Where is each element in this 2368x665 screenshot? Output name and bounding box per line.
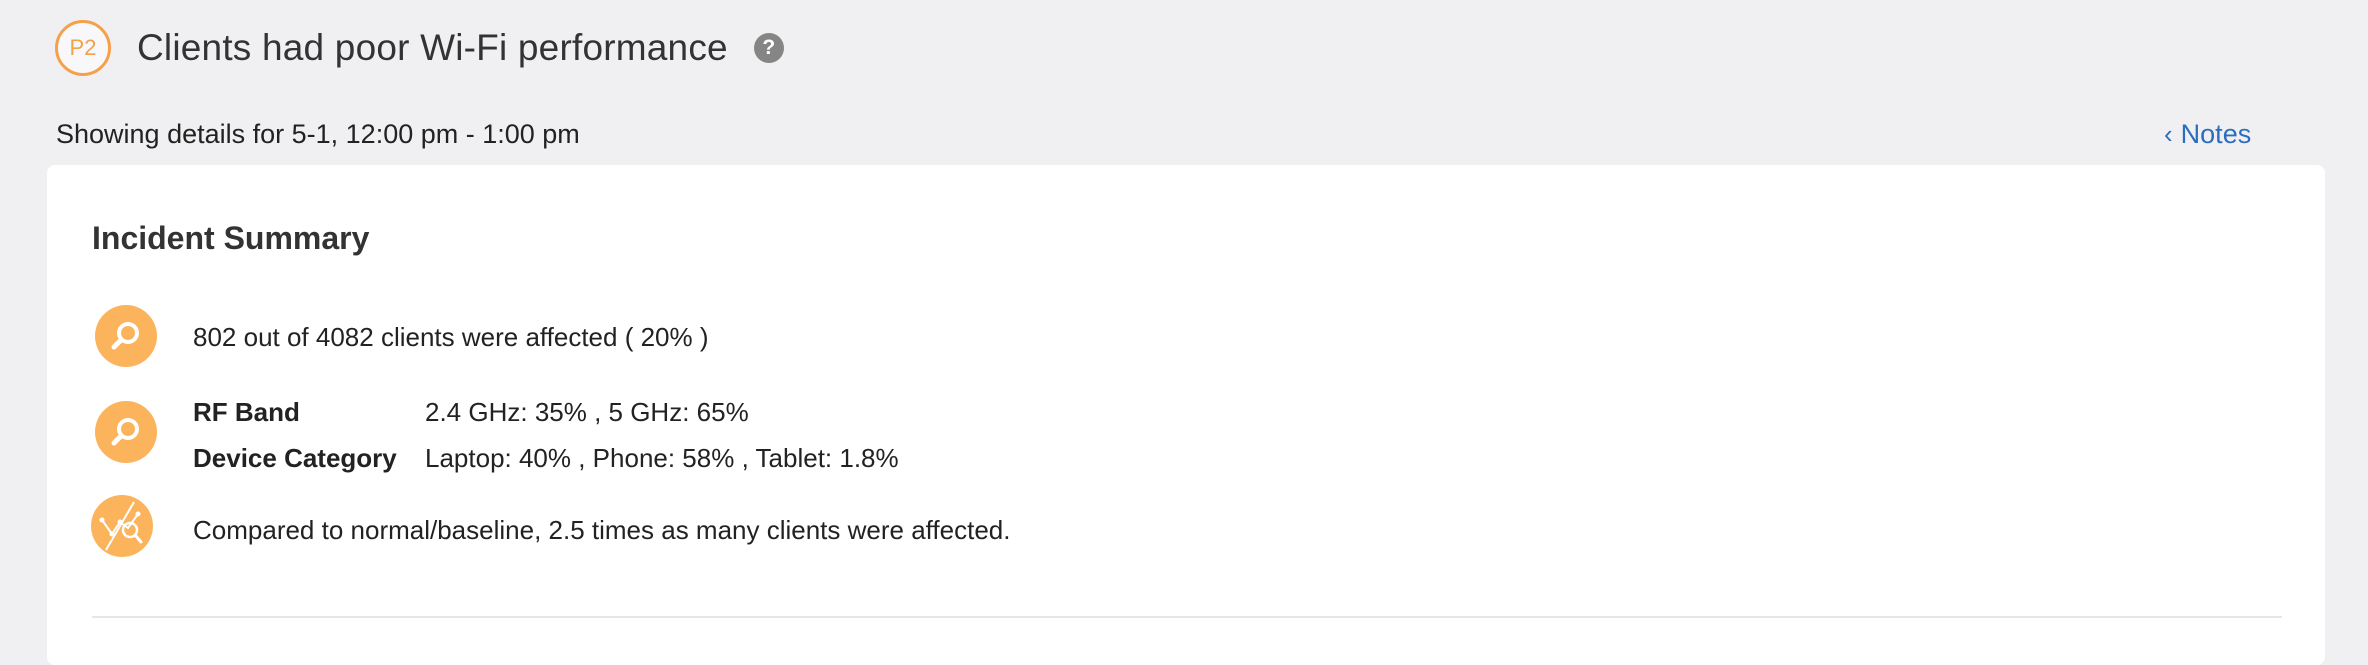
device-category-label: Device Category <box>193 443 397 473</box>
incident-title: Clients had poor Wi-Fi performance <box>137 27 728 68</box>
help-icon[interactable]: ? <box>753 33 784 63</box>
notes-link-label: Notes <box>2180 119 2252 149</box>
notes-link[interactable]: ‹ Notes <box>2164 119 2251 150</box>
baseline-comparison-text: Compared to normal/baseline, 2.5 times a… <box>193 515 1011 545</box>
section-divider <box>92 616 2282 618</box>
card-title: Incident Summary <box>92 220 370 256</box>
chevron-left-icon: ‹ <box>2164 119 2173 149</box>
baseline-analysis-icon <box>91 495 153 557</box>
rf-band-label: RF Band <box>193 397 300 427</box>
affected-clients-text: 802 out of 4082 clients were affected ( … <box>193 322 709 352</box>
incident-header: P2 Clients had poor Wi-Fi performance ? <box>55 18 784 78</box>
search-icon <box>95 401 157 463</box>
details-time-range: Showing details for 5-1, 12:00 pm - 1:00… <box>56 119 580 149</box>
incident-summary-card: Incident Summary 802 out of 4082 clients… <box>47 165 2325 665</box>
device-category-value: Laptop: 40% , Phone: 58% , Tablet: 1.8% <box>425 443 899 473</box>
rf-band-value: 2.4 GHz: 35% , 5 GHz: 65% <box>425 397 749 427</box>
priority-badge: P2 <box>55 20 111 76</box>
search-icon <box>95 305 157 367</box>
